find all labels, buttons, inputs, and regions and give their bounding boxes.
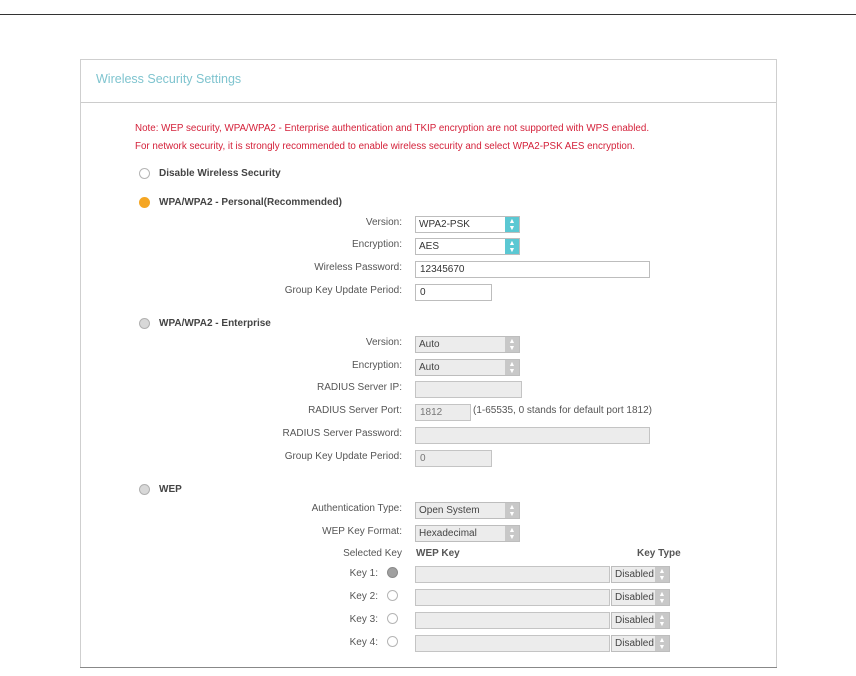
personal-version-value: WPA2-PSK <box>419 219 470 230</box>
wep-key-format-value: Hexadecimal <box>419 528 477 539</box>
radius-ip-input[interactable] <box>415 381 522 398</box>
key-4-input[interactable] <box>415 635 610 652</box>
wpa-personal-label: WPA/WPA2 - Personal(Recommended) <box>159 197 342 208</box>
enterprise-encryption-label: Encryption: <box>351 360 402 371</box>
disable-security-label: Disable Wireless Security <box>159 168 281 179</box>
personal-encryption-label: Encryption: <box>351 239 402 250</box>
key-4-radio[interactable] <box>387 636 398 647</box>
title-divider <box>81 102 776 103</box>
select-arrows-icon: ▲ ▼ <box>505 239 519 254</box>
key-3-radio[interactable] <box>387 613 398 624</box>
radius-ip-label: RADIUS Server IP: <box>316 382 402 393</box>
key-2-type-value: Disabled <box>615 592 654 603</box>
personal-group-key-label: Group Key Update Period: <box>284 285 402 296</box>
wireless-password-label: Wireless Password: <box>314 262 402 273</box>
selected-key-header: Selected Key <box>343 548 402 559</box>
disable-security-radio[interactable] <box>139 168 150 179</box>
key-1-type-select[interactable]: Disabled ▲ ▼ <box>611 566 670 583</box>
panel-title: Wireless Security Settings <box>96 72 242 86</box>
enterprise-version-label: Version: <box>365 337 402 348</box>
select-arrows-icon: ▲ ▼ <box>505 526 519 541</box>
key-2-radio[interactable] <box>387 590 398 601</box>
enterprise-encryption-value: Auto <box>419 362 440 373</box>
auth-type-label: Authentication Type: <box>311 503 402 514</box>
key-1-type-value: Disabled <box>615 569 654 580</box>
select-arrows-icon: ▲ ▼ <box>505 503 519 518</box>
personal-group-key-input[interactable]: 0 <box>415 284 492 301</box>
auth-type-select[interactable]: Open System ▲ ▼ <box>415 502 520 519</box>
wep-radio[interactable] <box>139 484 150 495</box>
wep-label: WEP <box>159 484 182 495</box>
key-2-input[interactable] <box>415 589 610 606</box>
enterprise-encryption-select[interactable]: Auto ▲ ▼ <box>415 359 520 376</box>
enterprise-group-key-label: Group Key Update Period: <box>284 451 402 462</box>
key-3-input[interactable] <box>415 612 610 629</box>
enterprise-group-key-input[interactable]: 0 <box>415 450 492 467</box>
key-4-type-value: Disabled <box>615 638 654 649</box>
wep-key-header: WEP Key <box>416 548 460 559</box>
personal-encryption-value: AES <box>419 241 440 252</box>
radius-password-label: RADIUS Server Password: <box>282 428 402 439</box>
wep-key-format-select[interactable]: Hexadecimal ▲ ▼ <box>415 525 520 542</box>
key-1-label: Key 1: <box>349 568 378 579</box>
enterprise-version-value: Auto <box>419 339 440 350</box>
note-line-1: Note: WEP security, WPA/WPA2 - Enterpris… <box>135 123 650 134</box>
select-arrows-icon: ▲ ▼ <box>655 636 669 651</box>
panel-bottom-border <box>80 667 777 668</box>
select-arrows-icon: ▲ ▼ <box>655 567 669 582</box>
enterprise-version-select[interactable]: Auto ▲ ▼ <box>415 336 520 353</box>
select-arrows-icon: ▲ ▼ <box>505 337 519 352</box>
wireless-password-input[interactable]: 12345670 <box>415 261 650 278</box>
note-line-2: For network security, it is strongly rec… <box>135 141 636 152</box>
key-1-radio[interactable] <box>387 567 398 578</box>
wpa-personal-radio[interactable] <box>139 197 150 208</box>
radius-password-input[interactable] <box>415 427 650 444</box>
key-3-type-value: Disabled <box>615 615 654 626</box>
page-top-rule <box>0 14 856 15</box>
wpa-enterprise-radio[interactable] <box>139 318 150 329</box>
key-3-type-select[interactable]: Disabled ▲ ▼ <box>611 612 670 629</box>
auth-type-value: Open System <box>419 505 480 516</box>
key-4-type-select[interactable]: Disabled ▲ ▼ <box>611 635 670 652</box>
key-2-label: Key 2: <box>349 591 378 602</box>
key-2-type-select[interactable]: Disabled ▲ ▼ <box>611 589 670 606</box>
select-arrows-icon: ▲ ▼ <box>505 360 519 375</box>
key-3-label: Key 3: <box>349 614 378 625</box>
select-arrows-icon: ▲ ▼ <box>505 217 519 232</box>
radius-port-label: RADIUS Server Port: <box>308 405 402 416</box>
radius-port-input[interactable]: 1812 <box>415 404 471 421</box>
wpa-enterprise-label: WPA/WPA2 - Enterprise <box>159 318 271 329</box>
key-1-input[interactable] <box>415 566 610 583</box>
select-arrows-icon: ▲ ▼ <box>655 613 669 628</box>
personal-encryption-select[interactable]: AES ▲ ▼ <box>415 238 520 255</box>
select-arrows-icon: ▲ ▼ <box>655 590 669 605</box>
personal-version-select[interactable]: WPA2-PSK ▲ ▼ <box>415 216 520 233</box>
wep-key-format-label: WEP Key Format: <box>322 526 402 537</box>
key-4-label: Key 4: <box>349 637 378 648</box>
radius-port-hint: (1-65535, 0 stands for default port 1812… <box>473 405 653 416</box>
key-type-header: Key Type <box>637 548 681 559</box>
personal-version-label: Version: <box>365 217 402 228</box>
